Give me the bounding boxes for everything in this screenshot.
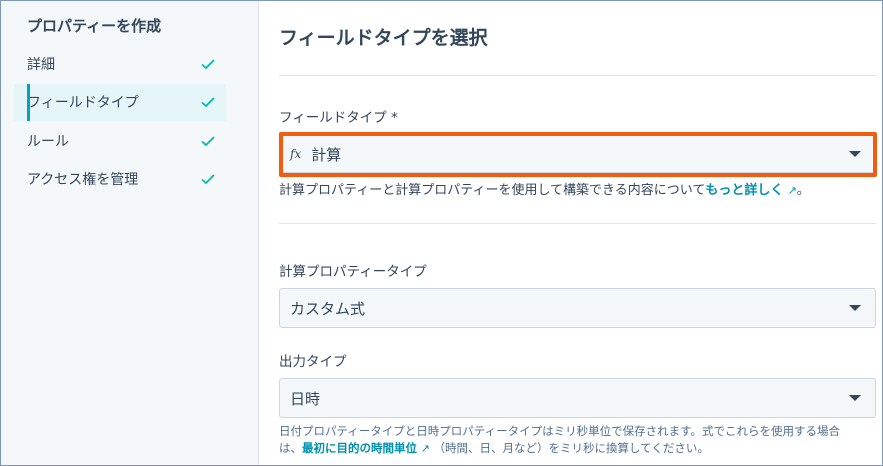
external-link-icon: ↗ <box>787 184 797 197</box>
help-line-1: 日付プロパティータイプと日時プロパティータイプはミリ秒単位で保存されます。式でこ… <box>279 424 840 438</box>
divider <box>279 223 876 224</box>
output-type-select[interactable]: 日時 <box>279 378 876 418</box>
checkmark-icon <box>201 97 215 108</box>
sidebar-item-field-type[interactable]: フィールドタイプ <box>14 83 226 121</box>
chevron-down-icon <box>849 305 861 311</box>
sidebar-item-label: アクセス権を管理 <box>27 172 139 188</box>
checkmark-icon <box>201 58 215 69</box>
output-type-label: 出力タイプ <box>279 354 347 370</box>
field-type-label: フィールドタイプ * <box>279 110 398 126</box>
checkmark-icon <box>201 174 215 185</box>
sidebar-item-rules[interactable]: ルール <box>1 122 226 159</box>
sidebar: プロパティーを作成 詳細 フィールドタイプ ルール アクセス権を管理 <box>1 1 259 465</box>
external-link-icon: ↗ <box>420 442 430 455</box>
help-text-end: （時間、日、月など）をミリ秒に換算してください。 <box>433 441 709 455</box>
sidebar-item-label: 詳細 <box>27 56 55 73</box>
field-type-wrapper: fx 計算 <box>279 132 877 177</box>
help-text: は、 <box>279 441 302 455</box>
sidebar-item-details[interactable]: 詳細 <box>1 45 226 82</box>
learn-more-link[interactable]: もっと詳しく <box>705 183 783 198</box>
output-type-value: 日時 <box>290 389 321 408</box>
calc-type-value: カスタム式 <box>290 299 366 318</box>
chevron-down-icon <box>849 395 861 401</box>
help-text: 計算プロパティーと計算プロパティーを使用して構築できる内容について <box>279 183 706 198</box>
sidebar-item-access[interactable]: アクセス権を管理 <box>1 161 226 198</box>
highlight-box <box>279 132 877 177</box>
page-title: フィールドタイプを選択 <box>279 27 488 49</box>
create-property-window: プロパティーを作成 詳細 フィールドタイプ ルール アクセス権を管理 フィールド… <box>0 0 883 466</box>
checkmark-icon <box>201 135 215 146</box>
time-unit-link[interactable]: 最初に目的の時間単位 <box>302 441 417 455</box>
output-type-help: 日付プロパティータイプと日時プロパティータイプはミリ秒単位で保存されます。式でこ… <box>279 423 879 457</box>
sidebar-item-label: ルール <box>27 133 69 150</box>
main-panel: フィールドタイプを選択 フィールドタイプ * fx 計算 計算プロパティーと計算… <box>259 1 882 465</box>
sidebar-item-label: フィールドタイプ <box>27 95 139 111</box>
sidebar-title: プロパティーを作成 <box>27 17 162 35</box>
calc-type-label: 計算プロパティータイプ <box>279 264 427 280</box>
divider <box>279 75 876 76</box>
help-text-end: 。 <box>796 183 810 198</box>
field-type-help: 計算プロパティーと計算プロパティーを使用して構築できる内容についてもっと詳しく … <box>279 179 882 198</box>
calc-type-select[interactable]: カスタム式 <box>279 288 876 328</box>
help-line-2: は、最初に目的の時間単位 ↗ （時間、日、月など）をミリ秒に換算してください。 <box>279 440 879 457</box>
